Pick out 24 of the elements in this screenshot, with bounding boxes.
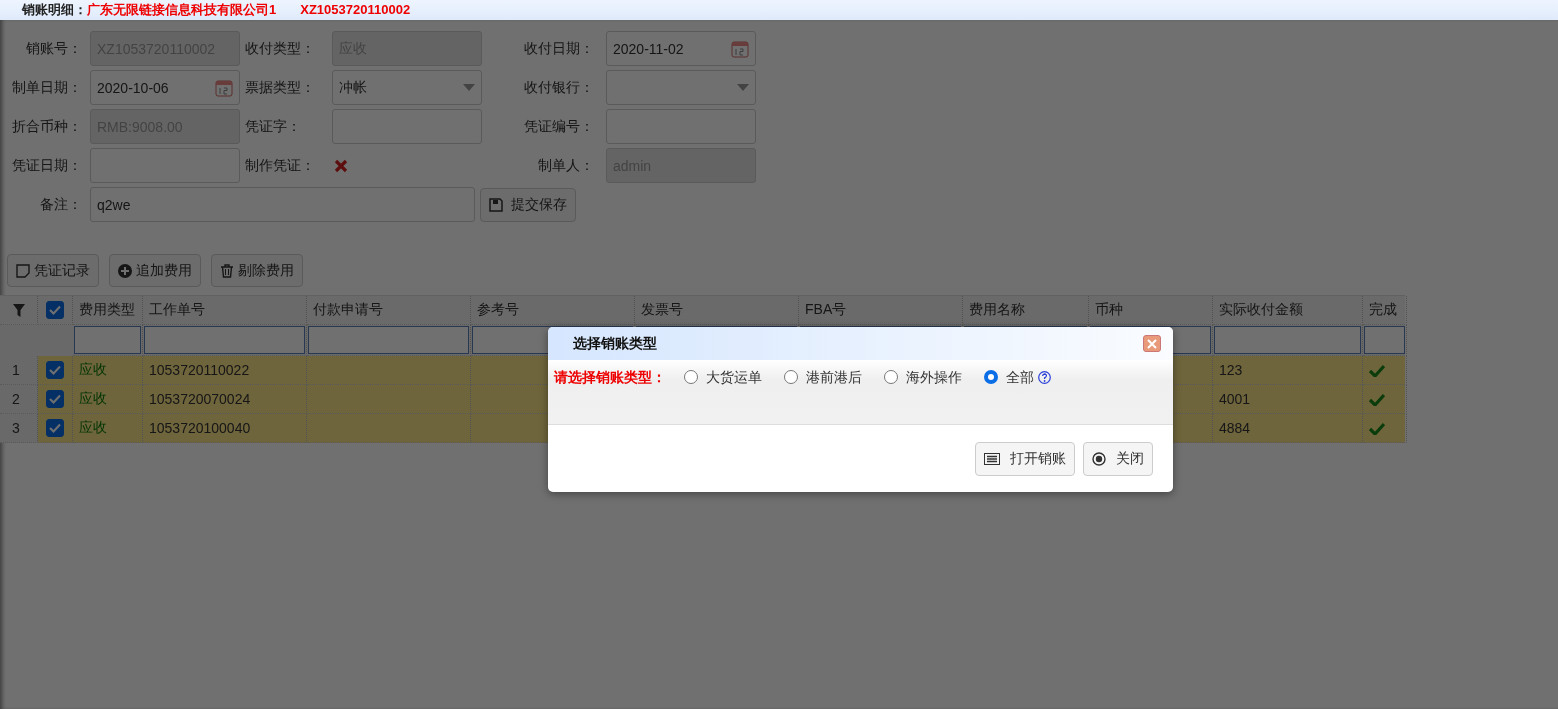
- field-label: 凭证编号：: [523, 117, 594, 136]
- document-number: XZ1053720110002: [300, 3, 411, 17]
- row-number: 1: [0, 356, 38, 385]
- company-name: 广东无限链接信息科技有限公司1: [87, 3, 277, 17]
- field-label: 制单日期：: [11, 78, 82, 97]
- field-label: 折合币种：: [11, 117, 82, 136]
- field-label: 收付类型：: [245, 39, 316, 58]
- table-cell: 1053720100040: [143, 414, 307, 443]
- field-label: 收付银行：: [523, 78, 594, 97]
- prompt-label: 请选择销账类型：: [554, 368, 666, 386]
- field-label: 销账号：: [25, 39, 82, 58]
- field-label: 凭证日期：: [11, 156, 82, 175]
- table-cell: 4884: [1213, 414, 1363, 443]
- field-label: 备注：: [39, 195, 82, 214]
- field-label: 收付日期：: [523, 39, 594, 58]
- field-label: 凭证字：: [245, 117, 302, 136]
- page-title: 销账明细：: [22, 3, 87, 17]
- field-label: 制作凭证：: [245, 156, 316, 175]
- field-label: 制单人：: [537, 156, 594, 175]
- row-number: 2: [0, 385, 38, 414]
- row-number: 3: [0, 414, 38, 443]
- table-cell: 应收: [73, 414, 143, 443]
- field-label: 票据类型：: [245, 78, 316, 97]
- dialog-title: 选择销账类型: [573, 334, 657, 353]
